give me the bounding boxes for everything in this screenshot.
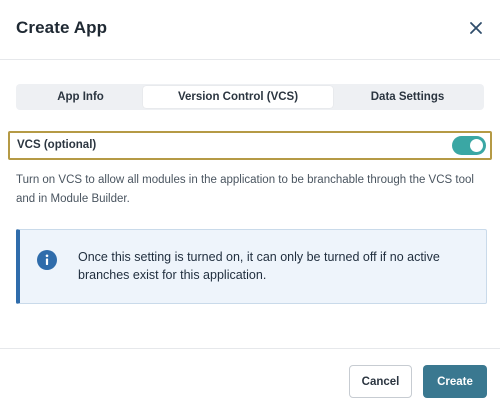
tab-bar: App Info Version Control (VCS) Data Sett… [16, 84, 484, 110]
close-icon [470, 22, 482, 34]
toggle-knob [470, 139, 483, 152]
vcs-label: VCS (optional) [17, 139, 97, 151]
tab-app-info[interactable]: App Info [18, 86, 143, 108]
alert-message: Once this setting is turned on, it can o… [78, 250, 440, 282]
dialog-title: Create App [16, 18, 108, 37]
create-app-dialog: Create App App Info Version Control (VCS… [0, 0, 500, 405]
cancel-button[interactable]: Cancel [349, 365, 412, 398]
vcs-toggle[interactable] [452, 136, 486, 155]
vcs-description: Turn on VCS to allow all modules in the … [16, 174, 474, 205]
tab-version-control[interactable]: Version Control (VCS) [143, 86, 333, 108]
dialog-header: Create App [0, 0, 500, 60]
vcs-setting-row: VCS (optional) [8, 131, 492, 160]
tab-data-settings[interactable]: Data Settings [333, 86, 482, 108]
close-button[interactable] [464, 16, 488, 40]
info-icon [37, 250, 57, 270]
info-alert: Once this setting is turned on, it can o… [16, 229, 487, 304]
create-button[interactable]: Create [423, 365, 487, 398]
dialog-footer: Cancel Create [0, 348, 500, 405]
